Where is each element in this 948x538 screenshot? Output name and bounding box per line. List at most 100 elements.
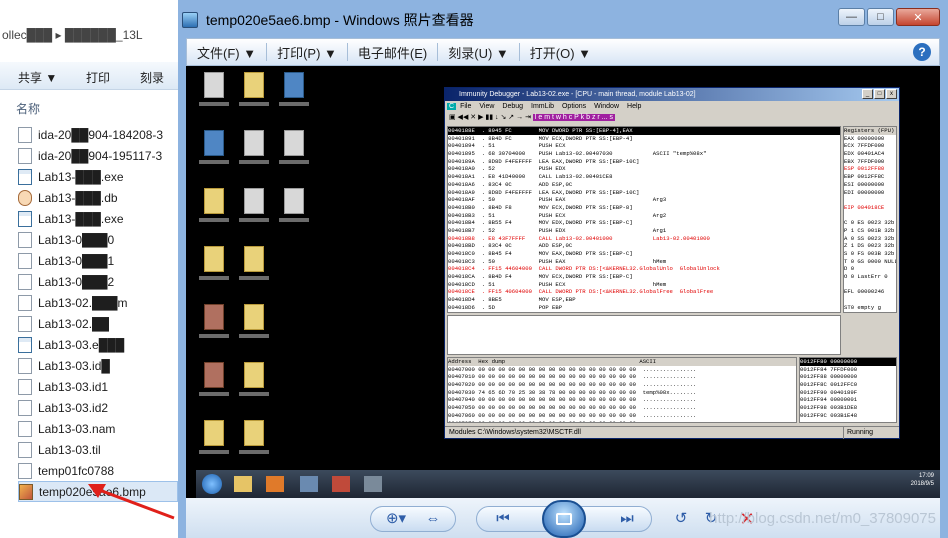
debugger-menubar: C File View Debug ImmLib Options Window Help: [445, 101, 899, 112]
bmp-icon: [19, 483, 33, 500]
desktop-icon: [204, 72, 224, 98]
register-row: EBP 0012FF8C: [844, 173, 885, 181]
disassembly-row: 004018B0 . 8B4D F8 MOV ECX,DWORD PTR SS:…: [448, 203, 633, 211]
disassembly-row: 0040189A . 8D8D F4FEFFFF LEA EAX,DWORD P…: [448, 157, 640, 165]
register-row: [844, 281, 896, 289]
debugger-statusbar: Modules C:\Windows\system32\MSCTF.dll Ru…: [445, 426, 899, 439]
debugger-menu-item: Window: [594, 103, 620, 110]
status-running: Running: [843, 427, 893, 439]
menu-burn[interactable]: 刻录(U) ▼: [438, 43, 519, 62]
minimize-button[interactable]: —: [838, 8, 865, 26]
dump-row: 00407000 00 00 00 00 00 00 00 00 00 00 0…: [448, 365, 697, 373]
desktop-icon-label: [199, 334, 229, 338]
file-name: Lab13-0███2: [38, 274, 115, 289]
menu-email[interactable]: 电子邮件(E): [348, 43, 437, 62]
register-row: ESI 00000000: [844, 180, 885, 188]
rotate-left-icon[interactable]: ↺: [670, 508, 692, 530]
dump-row: 00407030 74 65 6D 70 25 30 38 78 00 00 0…: [448, 388, 697, 396]
registers-header: Registers (FPU): [844, 127, 896, 135]
debugger-close-icon: x: [886, 89, 897, 99]
register-row: T 0 GS 0000 NULL: [844, 257, 897, 265]
file-list-item[interactable]: Lab13-0███1: [18, 250, 178, 271]
file-list-item[interactable]: Lab13-03.e███: [18, 334, 178, 355]
slideshow-icon: [556, 513, 572, 525]
debugger-maximize-icon: □: [874, 89, 885, 99]
register-row: S 0 FS 003B 32b: [844, 250, 895, 257]
file-list-item[interactable]: Lab13-03.id2: [18, 397, 178, 418]
register-row: P 1 CS 001B 32b: [844, 226, 895, 234]
share-button[interactable]: 共享 ▼: [18, 69, 57, 86]
file-list-item[interactable]: Lab13-███.exe: [18, 208, 178, 229]
desktop-icon: [284, 188, 304, 214]
doc-icon: [18, 462, 32, 479]
maximize-button[interactable]: □: [867, 8, 894, 26]
file-list-item[interactable]: Lab13-03.id█: [18, 355, 178, 376]
file-list-item[interactable]: Lab13-███.db: [18, 187, 178, 208]
file-list-item[interactable]: Lab13-02.██: [18, 313, 178, 334]
name-column-header[interactable]: 名称: [16, 100, 40, 117]
file-list-item[interactable]: temp01fc0788: [18, 460, 178, 481]
clock-date: 2018/9/5: [910, 481, 934, 487]
print-button[interactable]: 打印: [86, 69, 110, 86]
doc-icon: [18, 126, 32, 143]
file-name: Lab13-███.db: [38, 190, 118, 205]
photo-viewer-app-icon: [182, 12, 198, 28]
red-arrow-annotation: [88, 484, 175, 520]
file-name: Lab13-03.id1: [38, 379, 109, 394]
disassembly-row: 0040188E . 8945 FC MOV DWORD PTR SS:[EBP…: [448, 127, 840, 135]
register-row: EDI 00000000: [844, 188, 885, 196]
burn-button[interactable]: 刻录: [140, 69, 164, 86]
slideshow-button[interactable]: [542, 500, 586, 538]
desktop-icon: [244, 246, 264, 272]
debugger-toolbar-buttons: ▣ ◀◀ ✕ ▶ ▮▮ ↓ ↘ ↗ → ⇥: [449, 114, 533, 121]
menu-file[interactable]: 文件(F) ▼: [187, 43, 266, 62]
disassembly-row: 004018CD . 51 PUSH ECX hMem: [448, 280, 667, 288]
file-list-item[interactable]: Lab13-03.id1: [18, 376, 178, 397]
file-list-item[interactable]: Lab13-0███0: [18, 229, 178, 250]
desktop-icon: [244, 130, 264, 156]
app-taskbar-icon: [300, 476, 318, 492]
address-breadcrumb[interactable]: ollec███ ▸ ██████_13L: [0, 28, 178, 50]
db-icon: [18, 189, 32, 206]
menu-print[interactable]: 打印(P) ▼: [267, 43, 347, 62]
register-row: EFL 00000246: [844, 288, 885, 296]
status-module: Modules C:\Windows\system32\MSCTF.dll: [449, 429, 581, 436]
desktop-icon-label: [199, 450, 229, 454]
file-list-item[interactable]: Lab13-███.exe: [18, 166, 178, 187]
register-row: Z 1 DS 0023 32b: [844, 242, 895, 250]
dump-row: 00407020 00 00 00 00 00 00 00 00 00 00 0…: [448, 381, 697, 389]
zoom-icon[interactable]: ⊕▾: [383, 508, 409, 530]
disassembly-row: 004018D6 . 5D POP EBP: [448, 303, 563, 311]
doc-icon: [18, 315, 32, 332]
previous-icon[interactable]: ⏮: [491, 508, 515, 530]
image-canvas[interactable]: Immunity Debugger - Lab13-02.exe - [CPU …: [186, 66, 940, 498]
register-row: [844, 296, 896, 304]
next-icon[interactable]: ⏭: [615, 508, 639, 530]
disassembly-row: 004018BD . 83C4 0C ADD ESP,0C: [448, 242, 573, 250]
file-list-item[interactable]: Lab13-03.nam: [18, 418, 178, 439]
fit-window-icon[interactable]: ⇔: [421, 508, 445, 530]
desktop-icon-label: [239, 276, 269, 280]
exe-icon: [18, 168, 32, 185]
close-button[interactable]: ✕: [896, 8, 940, 26]
menu-open[interactable]: 打开(O) ▼: [520, 43, 601, 62]
register-row: A 0 SS 0023 32b: [844, 234, 895, 242]
file-list-item[interactable]: ida-20██904-195117-3: [18, 145, 178, 166]
file-list-item[interactable]: ida-20██904-184208-3: [18, 124, 178, 145]
doc-icon: [18, 294, 32, 311]
watermark-text: http://blog.csdn.net/m0_37809075: [709, 510, 936, 527]
hex-dump-pane: Address Hex dump ASCII 00407000 00 00 00…: [447, 357, 797, 423]
file-name: ida-20██904-184208-3: [38, 127, 164, 142]
stack-row: 0012FF98 003B1DE8: [800, 404, 858, 412]
register-row: EAX 00000000: [844, 134, 885, 142]
file-list-item[interactable]: Lab13-0███2: [18, 271, 178, 292]
dump-row: 00407010 00 00 00 00 00 00 00 00 00 00 0…: [448, 373, 697, 381]
viewer-menubar: 文件(F) ▼ 打印(P) ▼ 电子邮件(E) 刻录(U) ▼ 打开(O) ▼ …: [186, 38, 940, 66]
debugger-toolbar-letters: l e m t w h c P k b z r ... s: [532, 114, 615, 121]
register-row: EDX 00401AC4: [844, 150, 885, 158]
file-list-item[interactable]: Lab13-03.til: [18, 439, 178, 460]
help-icon[interactable]: ?: [913, 43, 931, 61]
exe-icon: [18, 336, 32, 353]
file-list-item[interactable]: Lab13-02.███m: [18, 292, 178, 313]
disassembly-row: 004018A1 . E8 41D40000 CALL Lab13-02.004…: [448, 173, 613, 181]
